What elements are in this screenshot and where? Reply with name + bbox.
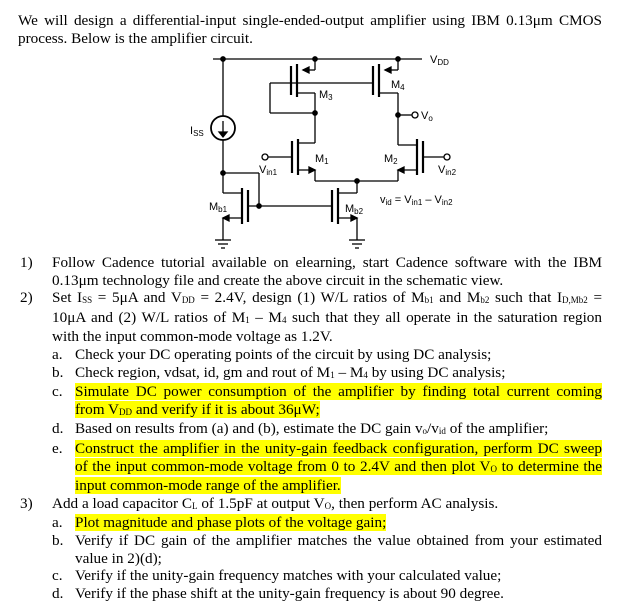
sub-item-letter: b. (52, 363, 64, 381)
text-run: Plot magnitude and phase plots of the vo… (75, 514, 387, 532)
sub-item: d. Based on results from (a) and (b), est… (52, 420, 602, 440)
subscript: 4 (281, 314, 287, 325)
text-run: Add a load capacitor C (52, 494, 193, 512)
m4-label: M4 (391, 79, 405, 92)
list-item: 1) Follow Cadence tutorial available on e… (18, 254, 602, 289)
mb1-label: Mb1 (209, 201, 228, 214)
item-number: 3) (20, 494, 33, 512)
text-run: = 5μA and V (92, 289, 182, 307)
sub-item-letter: a. (52, 345, 63, 363)
sub-item-letter: a. (52, 514, 63, 532)
text-run: by using DC analysis; (367, 363, 506, 381)
text-run: = 2.4V, design (1) W/L ratios of M (194, 289, 425, 307)
sub-item: a. Plot magnitude and phase plots of the … (52, 514, 602, 532)
subscript: DD (181, 295, 195, 306)
text-run: Set I (52, 289, 83, 307)
subscript: L (192, 500, 198, 511)
vdd-label: VDD (430, 54, 449, 67)
text-run: , then perform AC analysis. (331, 494, 499, 512)
text-run: and verify if it is about 36μW; (132, 400, 320, 418)
document-page: We will design a differential-input sing… (0, 0, 637, 602)
sub-item-letter: c. (52, 383, 63, 401)
text-run: and M (433, 289, 481, 307)
subscript: O (490, 463, 498, 474)
sub-item: e. Construct the amplifier in the unity-g… (52, 439, 602, 495)
subscript: id (438, 426, 446, 437)
sub-item: b. Check region, vdsat, id, gm and rout o… (52, 364, 602, 384)
text-run: such that I (489, 289, 563, 307)
text-run: Verify if the unity-gain frequency match… (75, 567, 502, 585)
sub-item: c. Simulate DC power consumption of the a… (52, 383, 602, 420)
sub-item: d. Verify if the phase shift at the unity… (52, 585, 602, 602)
item-number: 2) (20, 289, 33, 307)
vin2-label: Vin2 (438, 164, 457, 177)
list-item: 2) Set ISS = 5μA and VDD = 2.4V, design (… (18, 289, 602, 495)
sub-item-letter: d. (52, 584, 64, 602)
subscript: SS (82, 295, 93, 306)
mb2-label: Mb2 (345, 203, 364, 216)
sub-item-letter: d. (52, 420, 64, 438)
subscript: O (324, 500, 332, 511)
text-run: Verify if DC gain of the amplifier match… (75, 531, 602, 567)
text-run: of 1.5pF at output V (197, 494, 325, 512)
text-run: Based on results from (a) and (b), estim… (75, 420, 423, 438)
item-number: 1) (20, 254, 33, 271)
sub-item: b. Verify if DC gain of the amplifier mat… (52, 532, 602, 567)
text-run: Verify if the phase shift at the unity-g… (75, 584, 504, 602)
text-run: Follow Cadence tutorial available on ele… (52, 254, 602, 289)
vid-equation: vid = Vin1 – Vin2 (380, 194, 453, 207)
m2-label: M2 (384, 153, 398, 166)
subscript: 4 (363, 369, 368, 380)
text-run: of the amplifier; (445, 420, 549, 438)
text-run: /v (427, 420, 439, 438)
sub-item-letter: c. (52, 567, 63, 585)
subscript: b2 (480, 295, 490, 306)
sub-item-letter: e. (52, 439, 63, 457)
vin1-label: Vin1 (259, 164, 278, 177)
sub-item: c. Verify if the unity-gain frequency mat… (52, 567, 602, 585)
subscript: o (422, 426, 428, 437)
task-list: 1) Follow Cadence tutorial available on e… (18, 254, 602, 602)
text-run: – M (334, 363, 364, 381)
m3-label: M3 (319, 89, 333, 102)
text-run: Check your DC operating points of the ci… (75, 345, 492, 363)
subscript: b1 (424, 295, 434, 306)
subscript: 1 (330, 369, 335, 380)
text-run: Check region, vdsat, id, gm and rout of … (75, 363, 331, 381)
subscript: D,Mb2 (562, 295, 588, 306)
subscript: 1 (245, 314, 250, 325)
sub-item-letter: b. (52, 531, 64, 549)
text-run: – M (249, 308, 282, 326)
sub-item: a. Check your DC operating points of the … (52, 346, 602, 364)
subscript: DD (119, 406, 133, 417)
vo-label: Vo (421, 110, 433, 123)
m1-label: M1 (315, 153, 329, 166)
iss-label: ISS (190, 125, 204, 138)
